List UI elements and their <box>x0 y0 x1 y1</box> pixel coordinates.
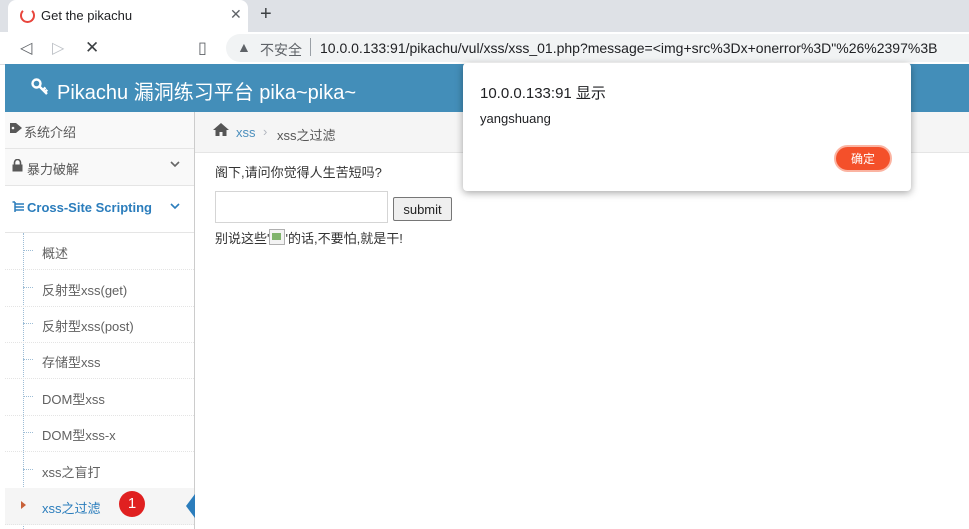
sidebar-item-label: Cross-Site Scripting <box>27 200 152 215</box>
url-text[interactable]: 10.0.0.133:91/pikachu/vul/xss/xss_01.php… <box>320 40 937 56</box>
active-indicator <box>186 494 195 518</box>
submenu-item-filter[interactable]: xss之过滤 1 <box>5 488 195 525</box>
loading-spinner-icon <box>20 8 35 23</box>
new-tab-button[interactable]: + <box>260 3 272 26</box>
submenu-item-label: 存储型xss <box>42 355 101 370</box>
home-icon[interactable] <box>212 122 230 142</box>
submenu-item-reflected-get[interactable]: 反射型xss(get) <box>5 270 194 307</box>
key-icon <box>31 78 49 101</box>
chevron-down-icon <box>169 199 181 215</box>
breadcrumb-separator: › <box>263 124 268 139</box>
tree-dash <box>23 432 33 433</box>
sidebar: 系统介绍 暴力破解 Cross-Site Scripting 概述 反射型xss… <box>5 112 195 529</box>
sidebar-item-label: 暴力破解 <box>27 162 80 177</box>
submenu-item-dom[interactable]: DOM型xss <box>5 379 194 416</box>
tree-dash <box>23 287 33 288</box>
tab-title: Get the pikachu <box>41 8 133 23</box>
forward-icon[interactable]: ▷ <box>52 38 64 58</box>
sidebar-item-xss[interactable]: Cross-Site Scripting <box>5 186 194 233</box>
step-badge: 1 <box>119 491 145 517</box>
tag-icon <box>9 122 23 137</box>
address-separator <box>310 38 311 56</box>
insecure-label[interactable]: 不安全 <box>260 40 302 60</box>
submenu-item-label: DOM型xss-x <box>42 428 116 443</box>
ok-button[interactable]: 确定 <box>834 145 892 172</box>
tree-dash <box>23 250 33 251</box>
submenu-item-blind[interactable]: xss之盲打 <box>5 452 194 489</box>
tab-close-icon[interactable]: ✕ <box>230 6 242 23</box>
sidebar-item-intro[interactable]: 系统介绍 <box>5 112 194 149</box>
browser-tab[interactable]: Get the pikachu ✕ <box>8 0 248 32</box>
chevron-down-icon <box>169 157 181 173</box>
submenu-item-reflected-post[interactable]: 反射型xss(post) <box>5 306 194 343</box>
submit-button[interactable]: submit <box>393 197 452 221</box>
browser-tab-bar: Get the pikachu ✕ + <box>0 0 969 32</box>
submenu-item-label: 概述 <box>42 246 69 261</box>
alert-dialog: 10.0.0.133:91 显示 yangshuang 确定 <box>463 63 911 191</box>
sidebar-item-bruteforce[interactable]: 暴力破解 <box>5 149 194 186</box>
submenu-item-label: 反射型xss(get) <box>42 283 128 298</box>
submenu-item-overview[interactable]: 概述 <box>5 233 194 270</box>
submenu-item-label: xss之盲打 <box>42 465 101 480</box>
submenu-item-label: xss之过滤 <box>42 501 101 516</box>
result-prefix: 别说这些' <box>215 231 270 246</box>
result-text: 别说这些' '的话,不要怕,就是干! <box>215 228 403 247</box>
sidebar-item-label: 系统介绍 <box>24 125 77 140</box>
dialog-title: 10.0.0.133:91 显示 <box>480 85 606 102</box>
question-text: 阁下,请问你觉得人生苦短吗? <box>215 165 382 180</box>
back-icon[interactable]: ◁ <box>20 38 32 58</box>
breadcrumb-xss-link[interactable]: xss <box>236 125 256 140</box>
caret-right-icon <box>21 501 26 509</box>
address-bar[interactable]: ▲ 不安全 10.0.0.133:91/pikachu/vul/xss/xss_… <box>226 34 969 62</box>
tree-dash <box>23 359 33 360</box>
result-suffix: '的话,不要怕,就是干! <box>285 231 403 246</box>
lock-icon <box>12 158 23 175</box>
tree-dash <box>23 469 33 470</box>
xss-submenu: 概述 反射型xss(get) 反射型xss(post) 存储型xss DOM型x… <box>5 233 195 529</box>
broken-image-icon <box>269 229 286 245</box>
submenu-item-label: 反射型xss(post) <box>42 319 134 334</box>
submenu-item-dom-x[interactable]: DOM型xss-x <box>5 415 194 452</box>
message-input[interactable] <box>215 191 388 223</box>
dialog-message: yangshuang <box>480 111 551 126</box>
tree-dash <box>23 396 33 397</box>
breadcrumb-current: xss之过滤 <box>277 128 336 143</box>
site-title[interactable]: Pikachu 漏洞练习平台 pika~pika~ <box>57 76 356 105</box>
browser-toolbar: ◁ ▷ ✕ ▯ ▲ 不安全 10.0.0.133:91/pikachu/vul/… <box>0 32 969 65</box>
warning-icon[interactable]: ▲ <box>237 39 251 55</box>
bookmark-icon[interactable]: ▯ <box>198 38 207 58</box>
tree-dash <box>23 323 33 324</box>
submenu-item-stored[interactable]: 存储型xss <box>5 342 194 379</box>
stop-icon[interactable]: ✕ <box>85 38 99 58</box>
list-icon <box>12 201 25 216</box>
submenu-item-label: DOM型xss <box>42 392 105 407</box>
